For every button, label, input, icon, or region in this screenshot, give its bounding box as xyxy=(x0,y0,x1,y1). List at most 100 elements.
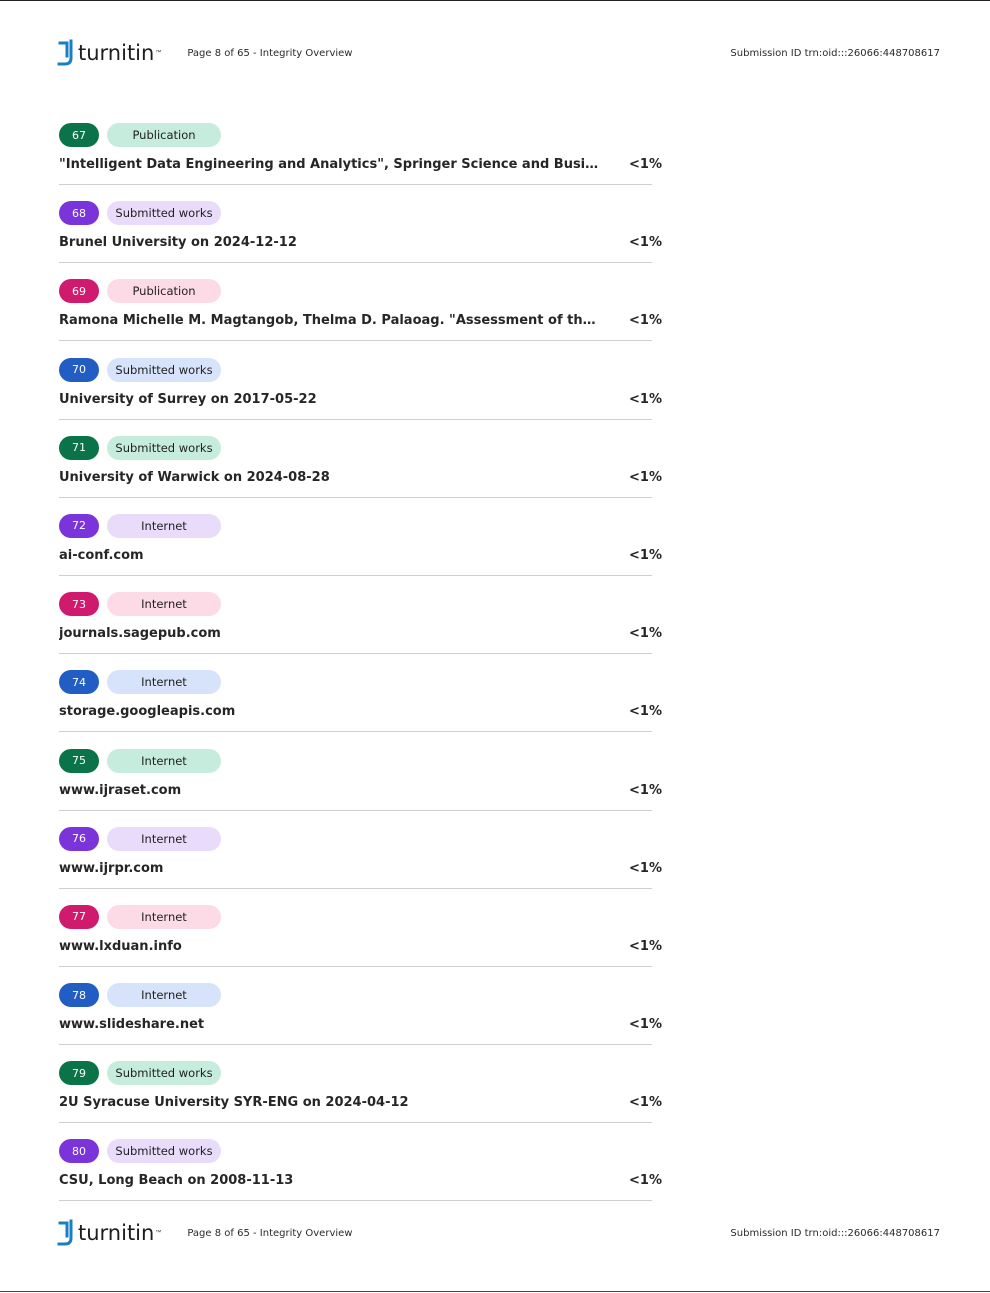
turnitin-logo-icon xyxy=(57,1219,75,1247)
source-tags: 72 Internet xyxy=(59,513,221,538)
turnitin-logo: turnitin ™ xyxy=(57,1219,161,1247)
divider xyxy=(59,184,652,185)
source-percentage: <1% xyxy=(629,391,662,407)
divider xyxy=(59,496,652,498)
source-number-badge: 73 xyxy=(59,592,99,617)
source-entry[interactable]: 77 Internet www.lxduan.info <1% xyxy=(59,904,662,983)
source-tags: 80 Submitted works xyxy=(59,1139,221,1164)
source-entry[interactable]: 74 Internet storage.googleapis.com <1% xyxy=(59,670,662,748)
divider xyxy=(59,809,652,811)
source-number-badge: 80 xyxy=(59,1139,99,1164)
divider xyxy=(59,418,652,420)
divider xyxy=(59,965,652,967)
source-type-badge: Internet xyxy=(107,983,221,1008)
source-type-badge: Internet xyxy=(107,826,221,851)
source-number-badge: 72 xyxy=(59,513,99,538)
source-percentage: <1% xyxy=(629,938,662,954)
divider xyxy=(59,887,652,889)
source-title[interactable]: CSU, Long Beach on 2008-11-13 xyxy=(59,1173,599,1188)
source-tags: 78 Internet xyxy=(59,983,221,1008)
source-entry[interactable]: 78 Internet www.slideshare.net <1% xyxy=(59,983,662,1061)
source-percentage: <1% xyxy=(629,1095,662,1111)
source-number-badge: 78 xyxy=(59,983,99,1008)
source-number-badge: 79 xyxy=(59,1061,99,1086)
source-number-badge: 75 xyxy=(59,748,99,773)
source-percentage: <1% xyxy=(629,626,662,642)
source-title[interactable]: www.lxduan.info xyxy=(59,939,599,954)
source-entry[interactable]: 79 Submitted works 2U Syracuse University … xyxy=(59,1061,662,1139)
page-info: Page 8 of 65 - Integrity Overview xyxy=(187,1227,353,1239)
source-percentage: <1% xyxy=(629,1017,662,1033)
source-percentage: <1% xyxy=(629,157,662,172)
source-entry[interactable]: 76 Internet www.ijrpr.com <1% xyxy=(59,826,662,905)
source-number-badge: 71 xyxy=(59,435,99,460)
source-title[interactable]: www.ijrpr.com xyxy=(59,861,599,876)
divider xyxy=(59,1044,652,1046)
source-type-badge: Submitted works xyxy=(107,1139,221,1164)
source-type-badge: Publication xyxy=(107,279,221,304)
source-title[interactable]: University of Surrey on 2017-05-22 xyxy=(59,392,599,407)
source-entry[interactable]: 75 Internet www.ijraset.com <1% xyxy=(59,748,662,827)
source-number-badge: 70 xyxy=(59,357,99,382)
source-title[interactable]: www.slideshare.net xyxy=(59,1017,599,1032)
divider xyxy=(59,731,652,733)
source-entry[interactable]: 67 Publication "Intelligent Data Engineeri… xyxy=(59,123,662,201)
source-entry[interactable]: 68 Submitted works Brunel University on 20… xyxy=(59,201,662,279)
divider xyxy=(59,574,652,576)
source-type-badge: Internet xyxy=(107,513,221,538)
source-type-badge: Internet xyxy=(107,748,221,773)
source-percentage: <1% xyxy=(629,704,662,720)
source-percentage: <1% xyxy=(629,782,662,798)
source-type-badge: Internet xyxy=(107,904,221,929)
source-entry[interactable]: 71 Submitted works University of Warwick o… xyxy=(59,435,662,514)
trademark-icon: ™ xyxy=(155,1230,162,1236)
page-bottom-border xyxy=(0,1291,990,1292)
divider xyxy=(59,1122,652,1124)
source-entry[interactable]: 72 Internet ai-conf.com <1% xyxy=(59,513,662,592)
source-number-badge: 67 xyxy=(59,123,99,147)
source-title[interactable]: Ramona Michelle M. Magtangob, Thelma D. … xyxy=(59,313,599,328)
source-number-badge: 76 xyxy=(59,826,99,851)
source-title[interactable]: journals.sagepub.com xyxy=(59,626,599,641)
source-tags: 70 Submitted works xyxy=(59,357,221,382)
source-title[interactable]: Brunel University on 2024-12-12 xyxy=(59,235,599,250)
source-entry[interactable]: 69 Publication Ramona Michelle M. Magtango… xyxy=(59,279,662,357)
source-type-badge: Submitted works xyxy=(107,435,221,460)
source-tags: 68 Submitted works xyxy=(59,201,221,226)
source-list: 67 Publication "Intelligent Data Engineeri… xyxy=(59,123,662,1218)
source-type-badge: Publication xyxy=(107,123,221,147)
divider xyxy=(59,1200,652,1202)
divider xyxy=(59,262,652,264)
submission-id: Submission ID trn:oid:::26066:448708617 xyxy=(730,47,940,59)
source-title[interactable]: "Intelligent Data Engineering and Analyt… xyxy=(59,157,599,172)
source-tags: 69 Publication xyxy=(59,279,221,304)
source-tags: 74 Internet xyxy=(59,670,221,695)
turnitin-logo-icon xyxy=(57,39,75,67)
source-type-badge: Internet xyxy=(107,670,221,695)
source-tags: 76 Internet xyxy=(59,826,221,851)
source-tags: 71 Submitted works xyxy=(59,435,221,460)
turnitin-logo: turnitin ™ xyxy=(57,39,161,67)
source-tags: 75 Internet xyxy=(59,748,221,773)
source-percentage: <1% xyxy=(629,235,662,251)
source-percentage: <1% xyxy=(629,469,662,485)
page-info: Page 8 of 65 - Integrity Overview xyxy=(187,47,353,59)
source-entry[interactable]: 70 Submitted works University of Surrey on… xyxy=(59,357,662,436)
source-type-badge: Internet xyxy=(107,592,221,617)
source-title[interactable]: storage.googleapis.com xyxy=(59,704,599,719)
turnitin-logo-text: turnitin xyxy=(78,40,155,65)
source-percentage: <1% xyxy=(629,860,662,876)
source-title[interactable]: ai-conf.com xyxy=(59,548,599,563)
source-entry[interactable]: 80 Submitted works CSU, Long Beach on 2008… xyxy=(59,1139,662,1217)
divider xyxy=(59,653,652,655)
page-footer: turnitin ™ Page 8 of 65 - Integrity Over… xyxy=(57,1218,940,1248)
source-title[interactable]: 2U Syracuse University SYR-ENG on 2024-0… xyxy=(59,1095,599,1110)
source-tags: 77 Internet xyxy=(59,904,221,929)
divider xyxy=(59,340,652,342)
source-type-badge: Submitted works xyxy=(107,357,221,382)
source-percentage: <1% xyxy=(629,547,662,563)
source-entry[interactable]: 73 Internet journals.sagepub.com <1% xyxy=(59,592,662,670)
source-title[interactable]: www.ijraset.com xyxy=(59,783,599,798)
source-type-badge: Submitted works xyxy=(107,1061,221,1086)
source-title[interactable]: University of Warwick on 2024-08-28 xyxy=(59,470,599,485)
